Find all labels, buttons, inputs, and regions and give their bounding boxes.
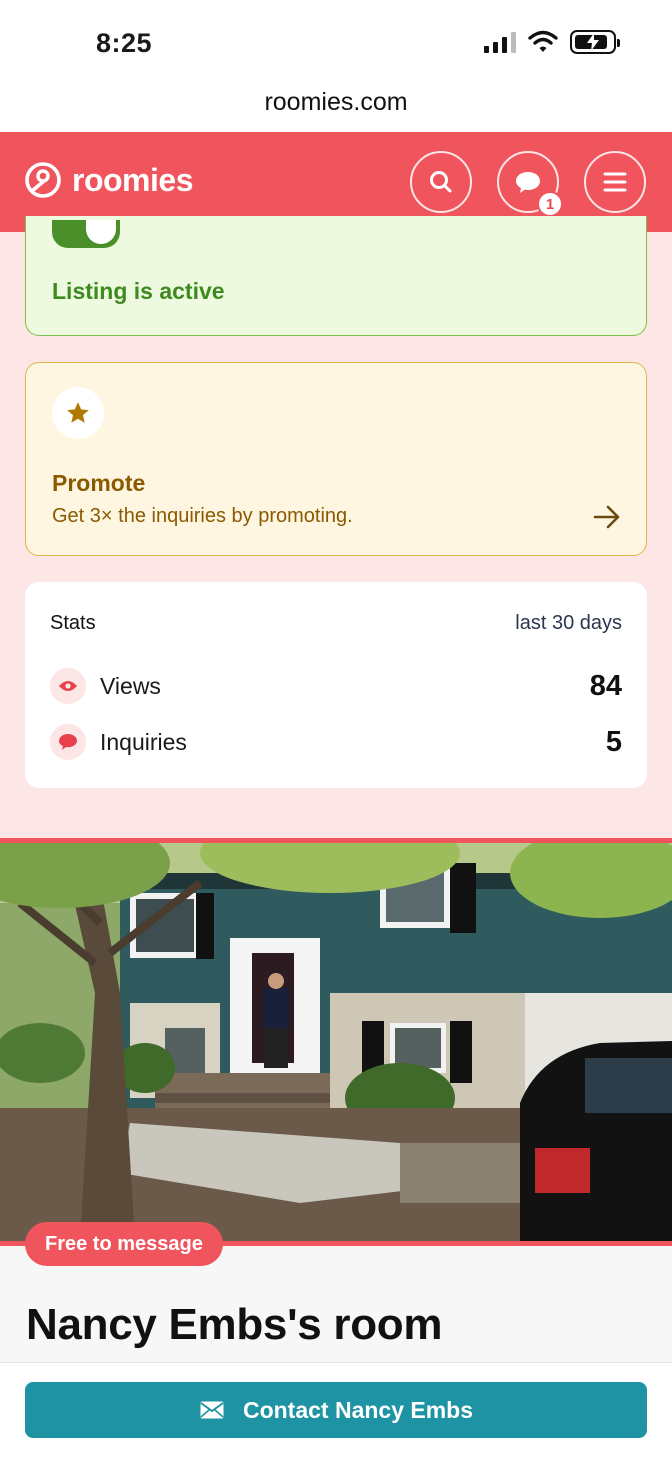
menu-button[interactable] <box>584 151 646 213</box>
search-icon <box>430 171 452 193</box>
stat-row-inquiries: Inquiries 5 <box>50 722 622 762</box>
contact-button-label: Contact Nancy Embs <box>242 1396 474 1423</box>
status-icons <box>484 30 620 54</box>
arrow-right-icon <box>593 505 620 529</box>
stat-label: Inquiries <box>100 728 187 755</box>
promote-card[interactable]: Promote Get 3× the inquiries by promotin… <box>25 362 647 556</box>
stats-card: Stats last 30 days Views 84 Inquiries 5 <box>25 582 647 788</box>
contact-button[interactable]: Contact Nancy Embs <box>25 1382 647 1438</box>
battery-charging-icon <box>570 30 620 54</box>
house-photo-illustration <box>0 843 672 1241</box>
star-icon <box>52 387 104 439</box>
wifi-icon <box>528 30 558 52</box>
stat-label: Views <box>100 672 161 699</box>
room-title: Nancy Embs's room <box>26 1300 443 1349</box>
promote-title: Promote <box>52 470 146 496</box>
browser-url[interactable]: roomies.com <box>0 88 672 132</box>
stats-period: last 30 days <box>515 612 622 634</box>
free-to-message-badge: Free to message <box>25 1222 223 1266</box>
envelope-icon <box>200 1401 224 1419</box>
promote-subtitle: Get 3× the inquiries by promoting. <box>52 505 353 527</box>
status-bar: 8:25 <box>0 0 672 90</box>
roomies-logo-icon <box>25 162 61 198</box>
cellular-signal-icon <box>484 31 516 53</box>
messages-badge: 1 <box>537 191 563 217</box>
stat-value: 5 <box>605 725 622 758</box>
stats-title: Stats <box>50 612 96 634</box>
chat-icon <box>516 172 540 193</box>
status-time: 8:25 <box>96 28 153 58</box>
messages-button[interactable]: 1 <box>497 151 563 217</box>
listing-status-label: Listing is active <box>52 278 225 304</box>
room-photo[interactable] <box>0 838 672 1246</box>
roomies-logo[interactable]: roomies <box>24 161 193 199</box>
eye-icon <box>50 668 86 704</box>
stat-row-views: Views 84 <box>50 666 622 706</box>
logo-text: roomies <box>72 161 193 198</box>
hamburger-menu-icon <box>603 172 627 192</box>
stat-value: 84 <box>589 669 622 702</box>
search-button[interactable] <box>410 151 472 213</box>
chat-bubble-icon <box>50 724 86 760</box>
